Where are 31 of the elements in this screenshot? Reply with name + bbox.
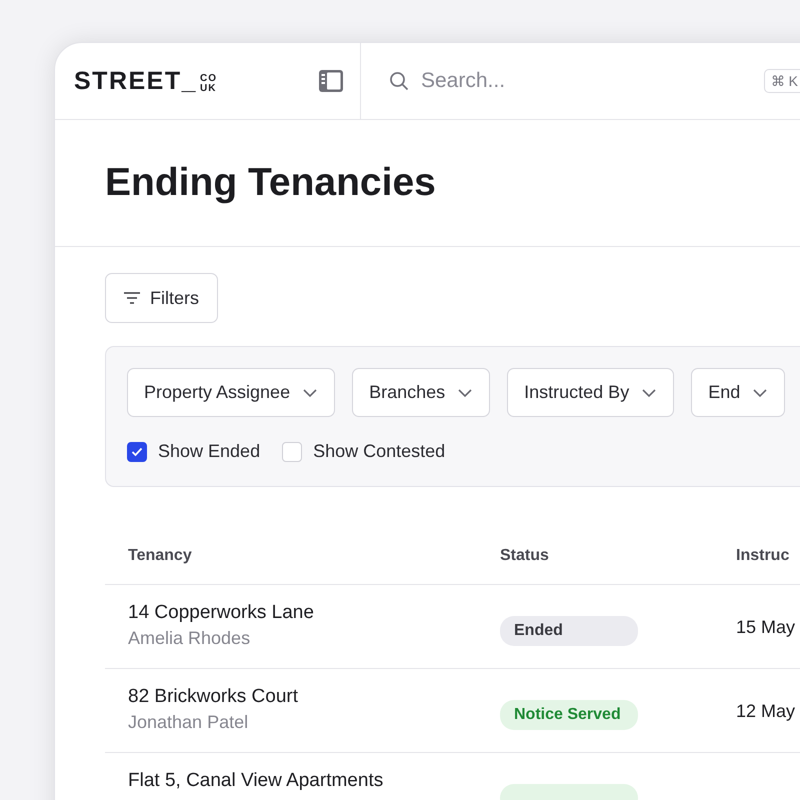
column-header: Tenancy <box>128 546 193 564</box>
filter-dropdown[interactable]: Instructed By <box>507 368 674 417</box>
filter-dropdown[interactable]: Branches <box>352 368 490 417</box>
sidebar-toggle-icon[interactable] <box>318 69 344 93</box>
search-field[interactable]: Search... ⌘ K <box>361 43 800 119</box>
tenancy-address: Flat 5, Canal View Apartments <box>128 770 384 792</box>
filter-dropdown[interactable]: End <box>691 368 786 417</box>
tenant-name: Jonathan Patel <box>128 712 250 733</box>
column-header: Instruc <box>736 546 790 564</box>
checkbox-label: Show Contested <box>313 441 446 462</box>
instructed-date: 12 May <box>736 701 796 722</box>
instructed-date: 15 May <box>736 617 796 638</box>
chevron-down-icon <box>302 388 318 398</box>
status-badge: Ended <box>500 616 638 646</box>
shortcut-hint: ⌘ K <box>764 69 800 93</box>
checkbox[interactable] <box>127 442 147 462</box>
checkbox-label: Show Ended <box>158 441 260 462</box>
tenancy-address: 14 Copperworks Lane <box>128 602 315 624</box>
status-badge: Notice Served <box>500 700 638 730</box>
filter-dropdown[interactable]: Property Assignee <box>127 368 336 417</box>
column-header: Status <box>500 546 550 564</box>
tenancy-address: 82 Brickworks Court <box>128 686 299 708</box>
chevron-down-icon <box>641 388 658 398</box>
chevron-down-icon <box>752 388 768 398</box>
search-icon <box>389 71 409 91</box>
filters-button[interactable]: Filters <box>105 273 218 323</box>
tenant-name: Amelia Rhodes <box>128 628 252 649</box>
check-icon <box>131 446 143 456</box>
filter-icon <box>124 292 140 304</box>
chevron-down-icon <box>457 388 474 398</box>
page-title: Ending Tenancies <box>105 161 436 205</box>
